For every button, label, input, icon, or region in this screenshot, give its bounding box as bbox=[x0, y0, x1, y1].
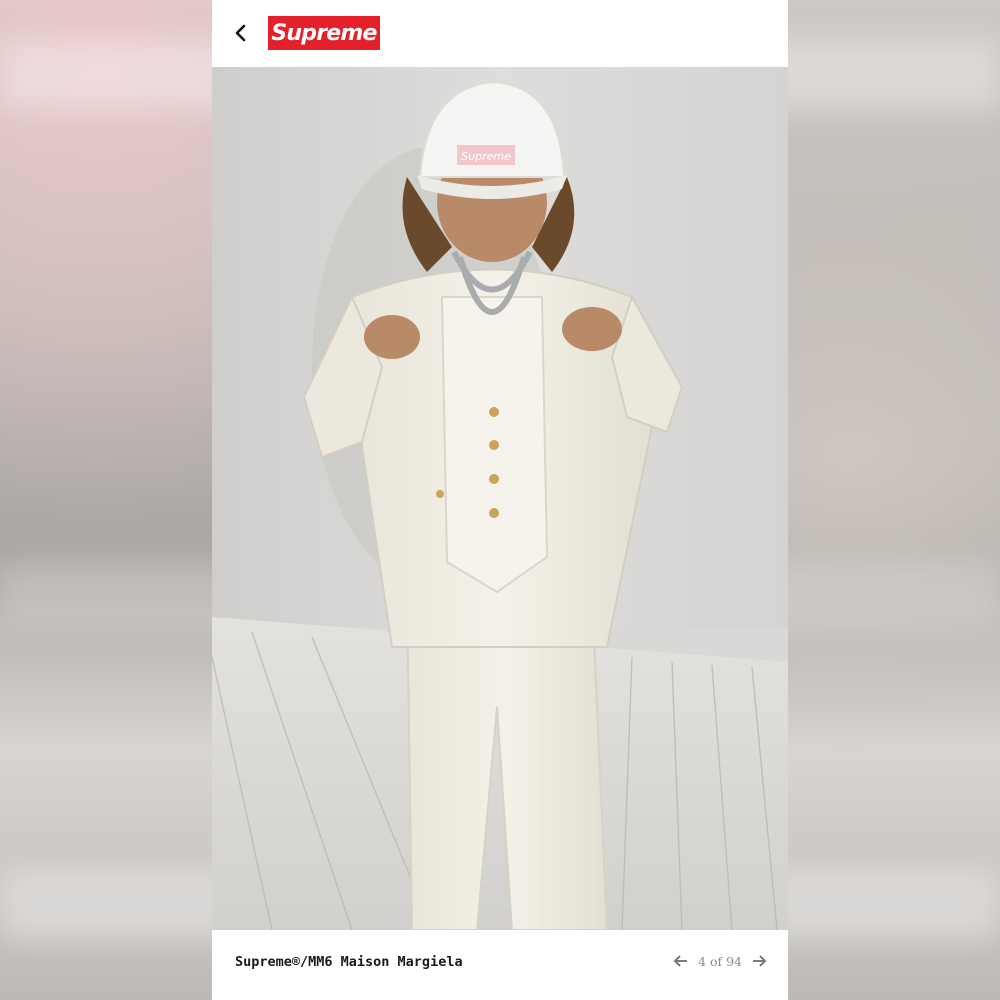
bottom-bar: Supreme®/MM6 Maison Margiela 4 of 94 bbox=[212, 930, 788, 1000]
pager-label: 4 of 94 bbox=[698, 953, 742, 969]
chevron-left-icon bbox=[235, 24, 246, 42]
look-caption: Supreme®/MM6 Maison Margiela bbox=[235, 954, 463, 970]
lookbook-photo[interactable]: Supreme bbox=[212, 67, 788, 930]
back-button[interactable] bbox=[226, 18, 256, 48]
lookbook-image: Supreme bbox=[212, 67, 788, 930]
arrow-right-icon[interactable] bbox=[750, 952, 768, 970]
app-screen: Supreme Supreme Supreme®/MM6 Maison Marg… bbox=[212, 0, 788, 1000]
supreme-logo[interactable]: Supreme bbox=[268, 16, 380, 50]
top-bar: Supreme bbox=[212, 0, 788, 68]
arrow-left-icon[interactable] bbox=[672, 952, 690, 970]
svg-text:Supreme: Supreme bbox=[461, 150, 511, 163]
pager: 4 of 94 bbox=[672, 952, 768, 970]
